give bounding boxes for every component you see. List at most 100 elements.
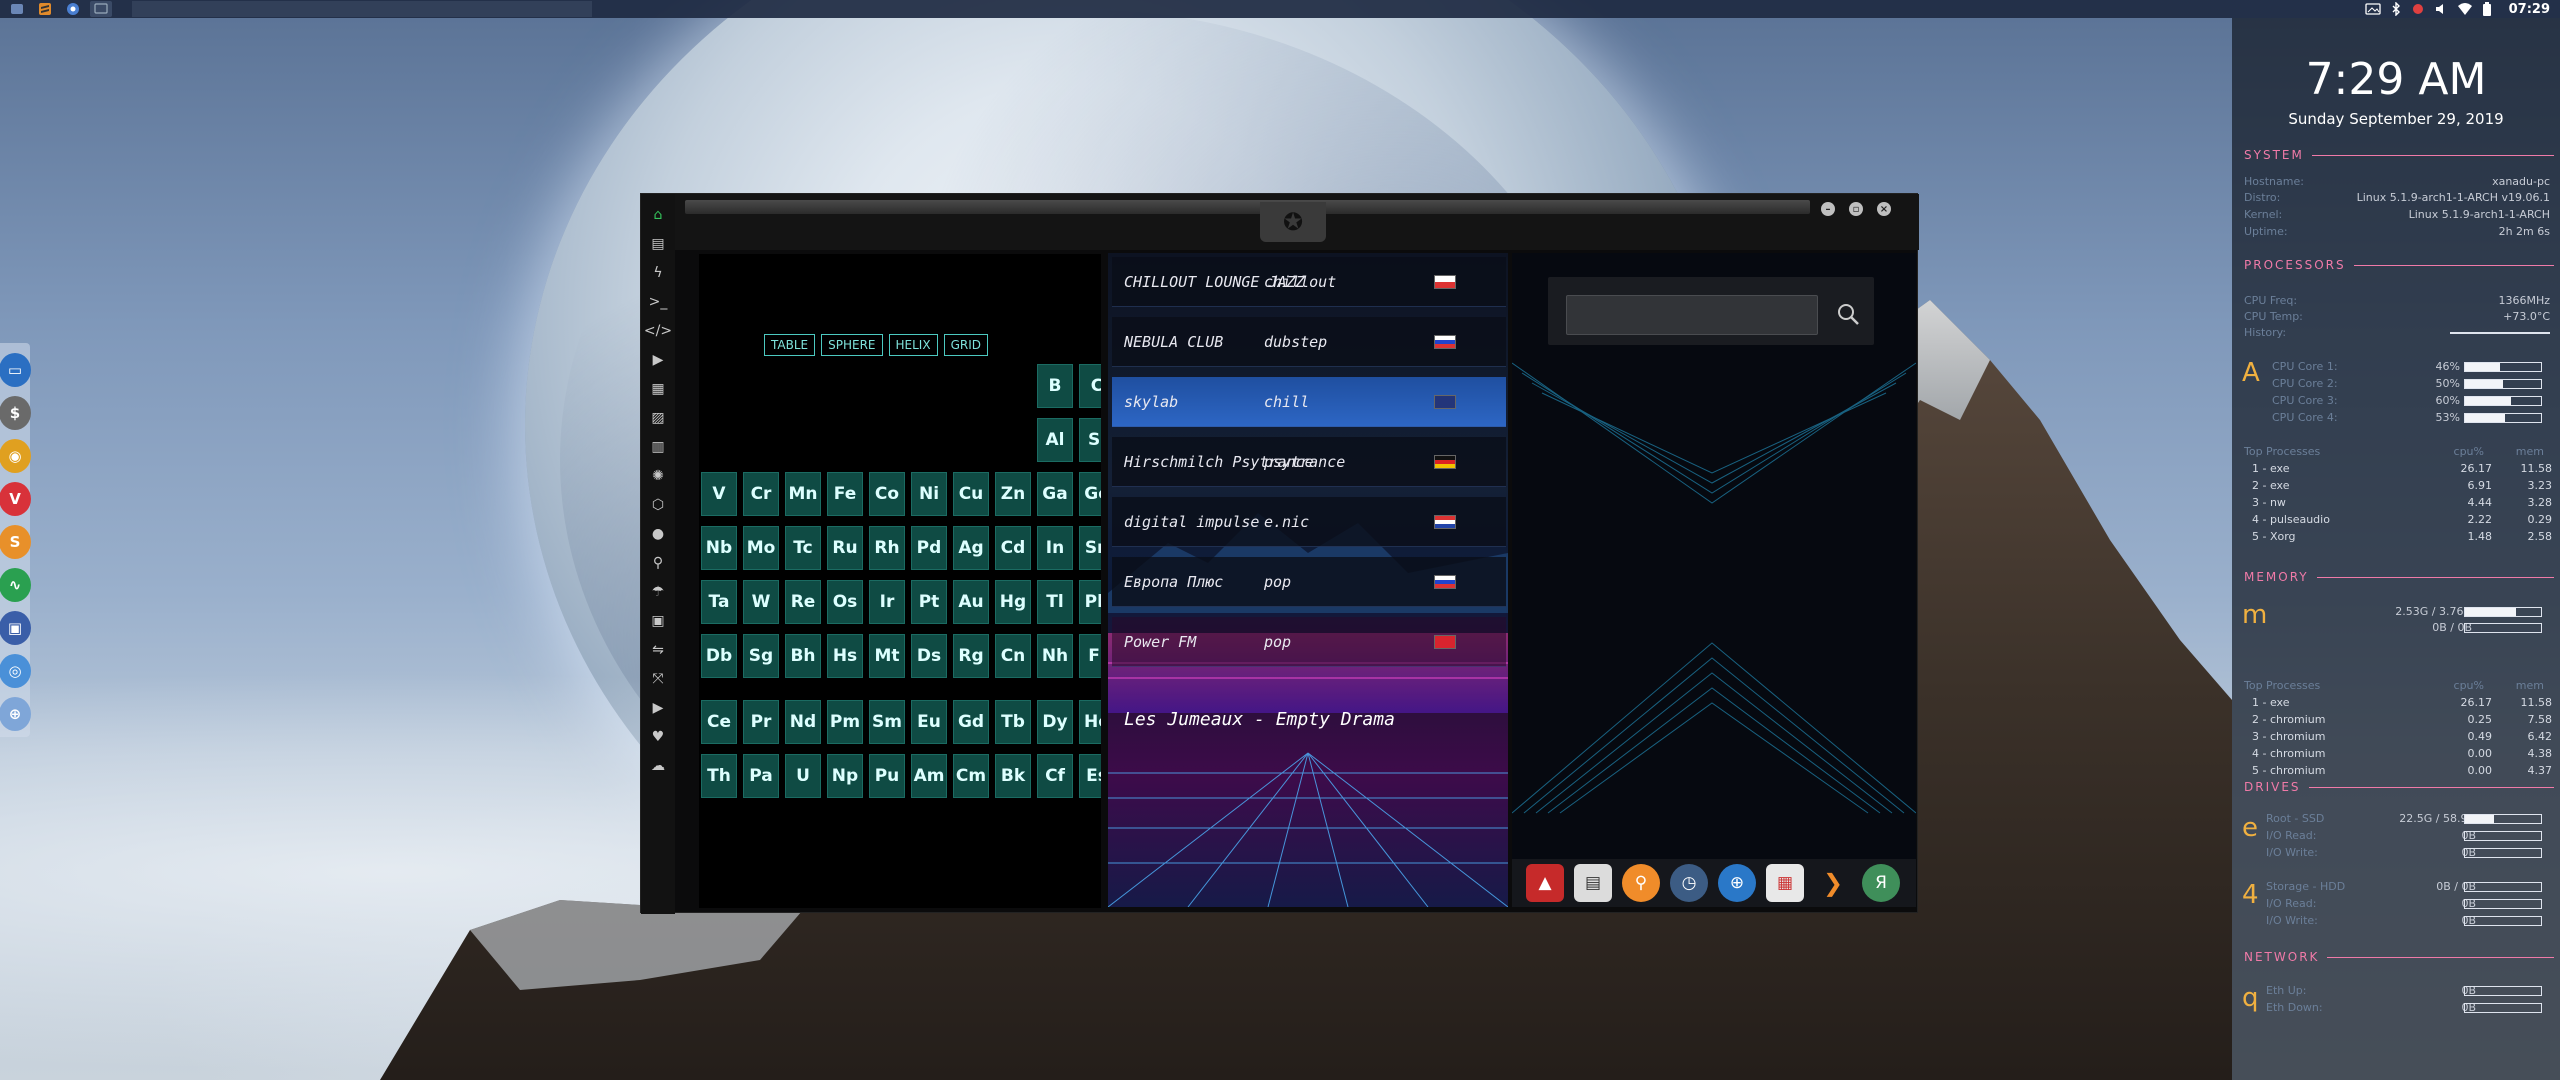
clock-icon[interactable]: ◷ [1670,864,1708,902]
element-cell[interactable]: Tb [995,700,1031,744]
element-cell[interactable]: Pb [1079,580,1101,624]
element-cell[interactable]: Ag [953,526,989,570]
redshift-icon[interactable] [2411,2,2425,16]
element-cell[interactable]: Pt [911,580,947,624]
element-cell[interactable]: Pa [743,754,779,798]
element-cell[interactable]: Sm [869,700,905,744]
sublime-icon[interactable]: S [0,525,31,559]
element-cell[interactable]: Tl [1037,580,1073,624]
globe-icon[interactable]: ⊕ [0,697,31,731]
files-icon[interactable]: ▭ [0,353,31,387]
element-cell[interactable]: Rh [869,526,905,570]
youtube-icon[interactable]: ▶ [645,693,671,722]
search-button[interactable] [1830,295,1866,333]
panel-clock[interactable]: 07:29 [2509,2,2550,17]
element-cell[interactable]: Si [1079,418,1101,462]
element-cell[interactable]: Tc [785,526,821,570]
element-cell[interactable]: Cn [995,634,1031,678]
swap-icon[interactable]: ⇋ [645,635,671,664]
umbrella-icon[interactable]: ☂ [645,577,671,606]
element-cell[interactable]: Nd [785,700,821,744]
element-cell[interactable]: Ga [1037,472,1073,516]
element-cell[interactable]: Eu [911,700,947,744]
element-cell[interactable]: Au [953,580,989,624]
volume-icon[interactable] [2434,2,2448,16]
element-cell[interactable]: Zn [995,472,1031,516]
element-cell[interactable]: Th [701,754,737,798]
element-cell[interactable]: V [701,472,737,516]
news-icon[interactable]: ▤ [1574,864,1612,902]
element-cell[interactable]: Re [785,580,821,624]
window-titlebar[interactable]: ✪ – ▫ × [675,194,1919,250]
element-cell[interactable]: U [785,754,821,798]
element-cell[interactable]: Mn [785,472,821,516]
element-cell[interactable]: Ho [1079,700,1101,744]
element-cell[interactable]: Sn [1079,526,1101,570]
element-cell[interactable]: Ce [701,700,737,744]
element-cell[interactable]: Pm [827,700,863,744]
news-icon[interactable]: ▥ [645,432,671,461]
element-cell[interactable]: Bh [785,634,821,678]
chromium-launcher[interactable] [62,1,84,17]
station-item-active[interactable]: skylab chill [1112,377,1506,427]
fullscreen-icon[interactable]: ⤧ [645,664,671,693]
station-item[interactable]: Европа Плюс pop [1112,557,1506,607]
maximize-button[interactable]: ▫ [1849,202,1863,216]
element-cell[interactable]: Pr [743,700,779,744]
arrow-icon[interactable]: ❯ [1814,864,1852,902]
document-icon[interactable]: ▤ [645,229,671,258]
element-cell[interactable]: Gd [953,700,989,744]
element-cell[interactable]: Np [827,754,863,798]
search-icon[interactable]: ⚲ [645,548,671,577]
element-cell[interactable]: Es [1079,754,1101,798]
element-cell[interactable]: Nb [701,526,737,570]
tab-table[interactable]: TABLE [764,334,816,356]
element-cell[interactable]: Ta [701,580,737,624]
terminal-icon[interactable]: >_ [645,287,671,316]
element-cell[interactable]: Bk [995,754,1031,798]
element-cell[interactable]: Cu [953,472,989,516]
system-monitor-icon[interactable]: ∿ [0,568,31,602]
yandex-icon[interactable]: Я [1862,864,1900,902]
element-cell[interactable]: Fe [827,472,863,516]
terminal-icon[interactable]: $ [0,396,31,430]
element-cell[interactable]: Os [827,580,863,624]
globe-icon[interactable]: ● [645,519,671,548]
chromium-icon[interactable]: ◉ [0,439,31,473]
element-cell[interactable]: Ni [911,472,947,516]
element-cell[interactable]: Mt [869,634,905,678]
bluetooth-icon[interactable] [2390,2,2402,16]
sublime-launcher[interactable] [34,1,56,17]
element-cell[interactable]: Cf [1037,754,1073,798]
search-icon[interactable]: ⚲ [1622,864,1660,902]
element-cell[interactable]: Co [869,472,905,516]
element-cell[interactable]: Dy [1037,700,1073,744]
cloud-icon[interactable]: ☁ [645,751,671,780]
element-cell[interactable]: Cr [743,472,779,516]
portrait-icon[interactable]: ▣ [645,606,671,635]
desktop-launcher[interactable] [90,1,112,17]
element-cell[interactable]: Hs [827,634,863,678]
heart-icon[interactable]: ♥ [645,722,671,751]
element-cell[interactable]: Fl [1079,634,1101,678]
code-icon[interactable]: </> [644,316,672,345]
globe-icon[interactable]: ⊕ [1718,864,1756,902]
app-menu-button[interactable] [6,1,28,17]
element-cell[interactable]: Ru [827,526,863,570]
element-cell[interactable]: Ds [911,634,947,678]
element-cell[interactable]: Pd [911,526,947,570]
chrome-icon[interactable]: ◎ [0,654,31,688]
image-icon[interactable]: ▨ [645,403,671,432]
element-cell[interactable]: Rg [953,634,989,678]
cube-icon[interactable]: ⬡ [645,490,671,519]
translate-icon[interactable]: ▦ [645,374,671,403]
element-cell[interactable]: In [1037,526,1073,570]
element-cell[interactable]: Cm [953,754,989,798]
element-cell[interactable]: Ge [1079,472,1101,516]
station-item[interactable]: CHILLOUT LOUNGE JAZZ chillout [1112,257,1506,307]
element-cell[interactable]: Am [911,754,947,798]
element-cell[interactable]: Pu [869,754,905,798]
station-item[interactable]: NEBULA CLUB dubstep [1112,317,1506,367]
station-item[interactable]: Power FM pop [1112,617,1506,667]
station-item[interactable]: Hirschmilch Psytrance psytrance [1112,437,1506,487]
